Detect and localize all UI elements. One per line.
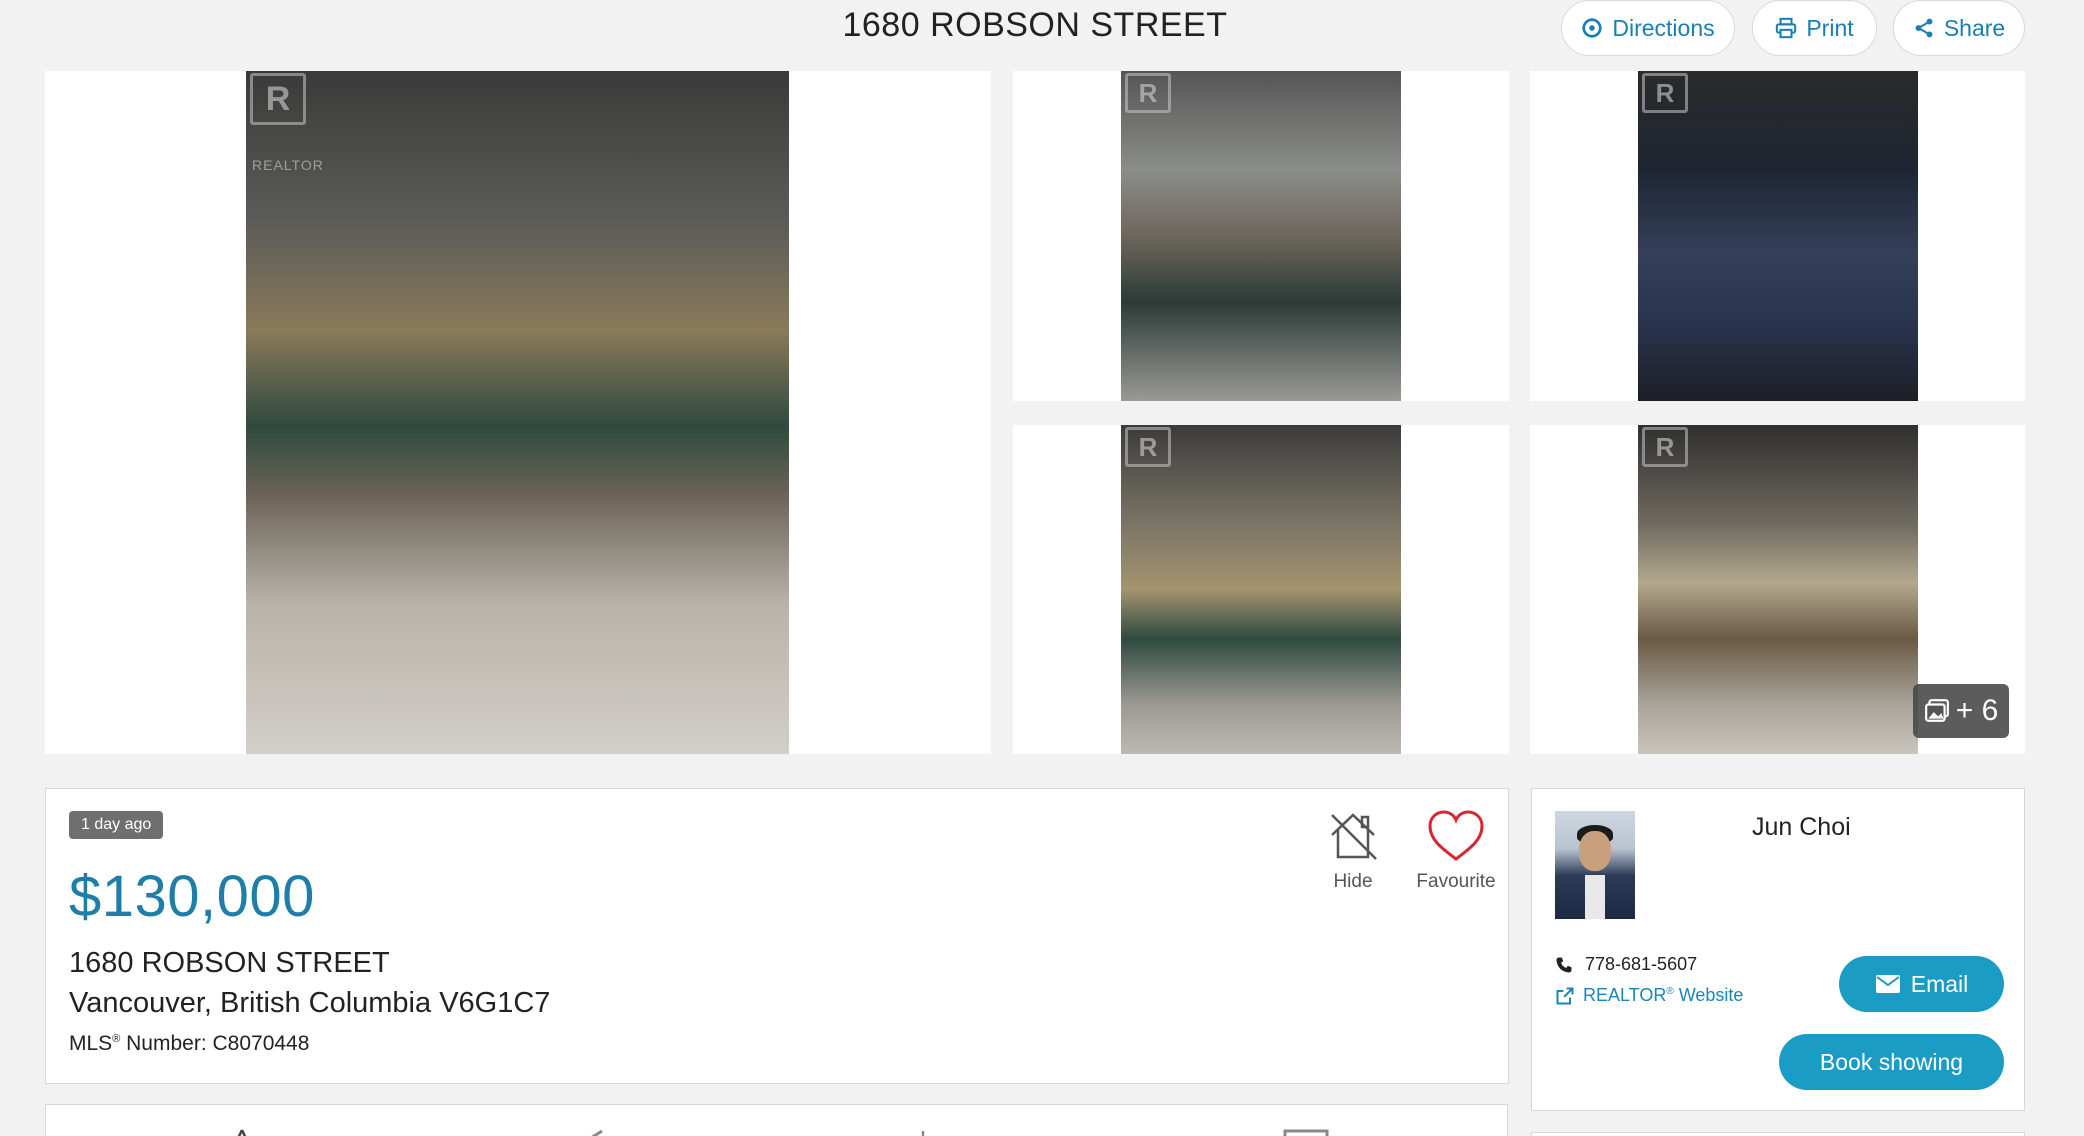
hide-house-icon [1331, 813, 1377, 860]
photo-thumb-4[interactable]: R + 6 [1530, 425, 2025, 754]
listing-summary-card: 1 day ago $130,000 1680 ROBSON STREET Va… [45, 788, 1509, 1084]
mls-number-value: Number: C8070448 [120, 1032, 310, 1055]
photo-cafe-dining-room [246, 71, 789, 754]
directions-label: Directions [1612, 14, 1715, 41]
realtor-website-link[interactable]: REALTOR® Website [1555, 985, 1743, 1006]
email-label: Email [1910, 970, 1969, 997]
agent-card: Jun Choi 778-681-5607 REALTOR® Website E… [1531, 788, 2025, 1111]
photo-thumb-1[interactable]: R [1013, 71, 1509, 401]
realtor-watermark-text: REALTOR [252, 157, 324, 173]
external-link-icon [1556, 987, 1574, 1004]
realtor-watermark: R [1125, 427, 1171, 467]
print-button[interactable]: Print [1752, 0, 1877, 56]
realtor-watermark: R [250, 73, 306, 125]
email-button[interactable]: Email [1839, 956, 2004, 1012]
share-icon [1915, 18, 1933, 38]
agent-card-secondary [1531, 1132, 2025, 1136]
images-icon [1924, 699, 1949, 722]
photo-seating-area [1121, 425, 1401, 754]
phone-icon [1556, 957, 1572, 972]
print-label: Print [1806, 14, 1854, 41]
mls-number: MLS® Number: C8070448 [69, 1032, 309, 1056]
tools-icon [591, 1129, 603, 1136]
share-label: Share [1943, 14, 2006, 41]
more-photos-count: + 6 [1955, 694, 1999, 727]
realtor-watermark: R [1125, 73, 1171, 113]
realtor-watermark: R [1642, 427, 1688, 467]
photo-thumb-3[interactable]: R [1013, 425, 1509, 754]
book-showing-button[interactable]: Book showing [1779, 1034, 2004, 1090]
hide-label: Hide [1333, 871, 1373, 892]
agent-avatar[interactable] [1555, 811, 1635, 919]
compass-icon [1582, 18, 1602, 38]
photo-storefront-window [1638, 71, 1918, 401]
address-city: Vancouver, British Columbia V6G1C7 [69, 987, 551, 1019]
book-showing-label: Book showing [1819, 1048, 1964, 1075]
property-details-card [45, 1104, 1508, 1136]
realtor-watermark: R [1642, 73, 1688, 113]
mls-label: MLS [69, 1032, 113, 1055]
agent-phone[interactable]: 778-681-5607 [1555, 954, 1697, 975]
share-button[interactable]: Share [1893, 0, 2025, 56]
hide-button[interactable]: Hide [1308, 809, 1398, 893]
directions-button[interactable]: Directions [1561, 0, 1735, 56]
realtor-website-label: REALTOR® Website [1583, 985, 1744, 1005]
photo-thumb-2[interactable]: R [1530, 71, 2025, 401]
size-icon [921, 1131, 925, 1136]
photo-coffee-counter [1121, 71, 1401, 401]
favourite-label: Favourite [1416, 871, 1496, 892]
calendar-icon [1283, 1129, 1329, 1136]
agent-name[interactable]: Jun Choi [1752, 813, 1851, 842]
favourite-button[interactable]: Favourite [1398, 809, 1514, 893]
printer-icon [1776, 17, 1797, 39]
more-photos-button[interactable]: + 6 [1913, 684, 2009, 738]
envelope-icon [1875, 975, 1900, 993]
address-street: 1680 ROBSON STREET [69, 947, 390, 979]
listing-price: $130,000 [69, 864, 315, 929]
building-icon [237, 1129, 247, 1136]
photo-front-dining [1638, 425, 1918, 754]
heart-icon [1428, 810, 1484, 861]
main-photo[interactable]: R REALTOR [45, 71, 991, 754]
listing-age-badge: 1 day ago [69, 811, 164, 839]
agent-phone-number: 778-681-5607 [1585, 954, 1698, 974]
